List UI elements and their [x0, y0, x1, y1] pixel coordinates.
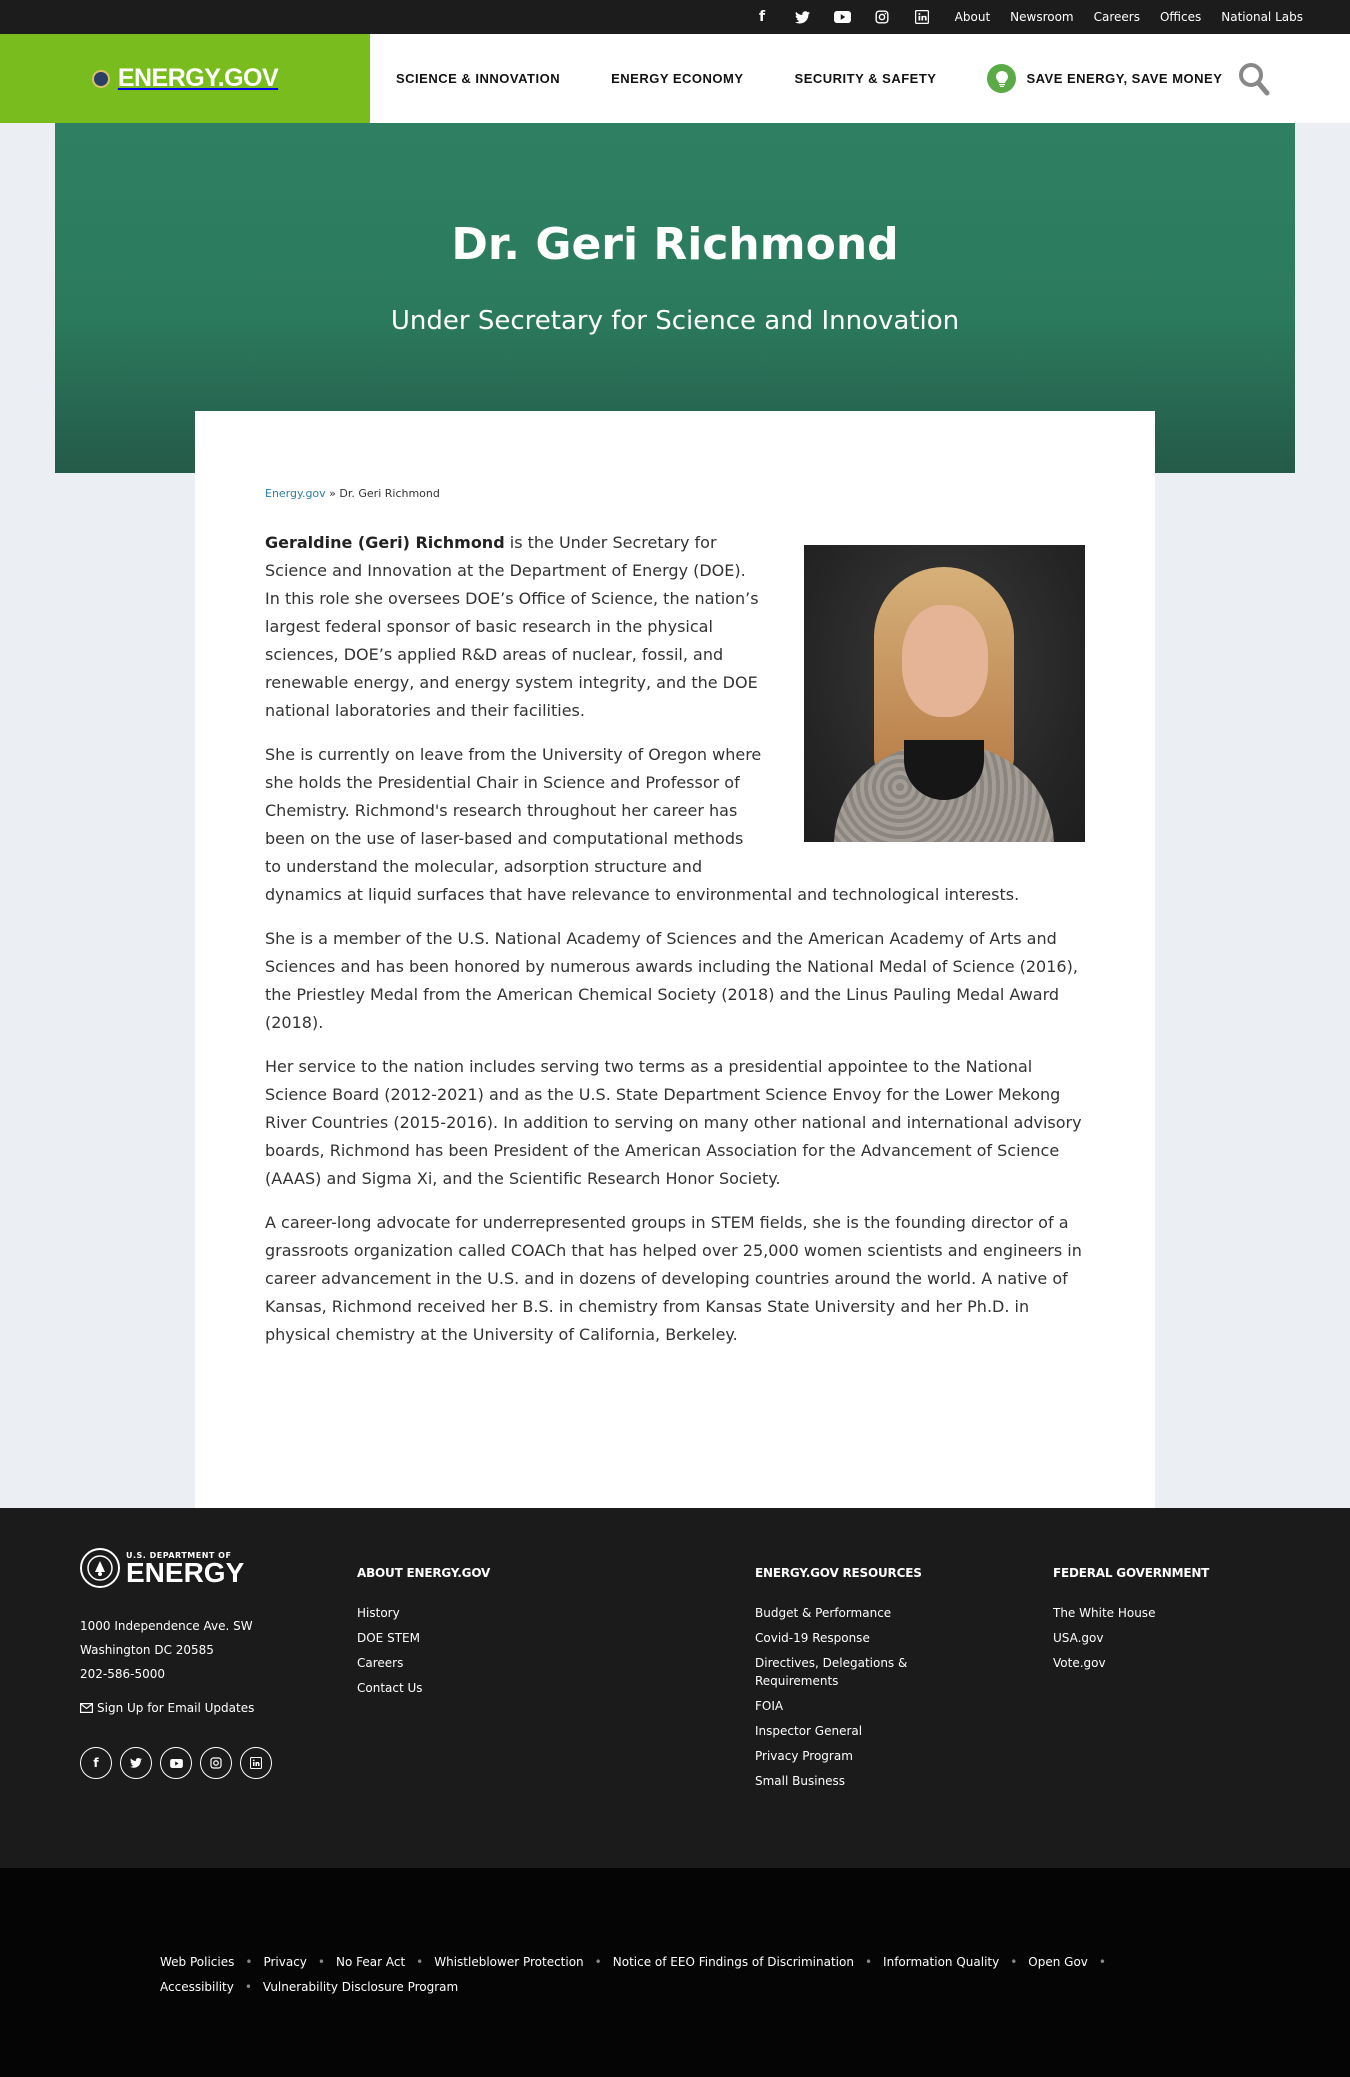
legal-link-privacy[interactable]: Privacy: [263, 1955, 306, 1969]
envelope-icon: [80, 1703, 94, 1714]
bio-paragraph-5: A career-long advocate for underrepresen…: [265, 1213, 1082, 1344]
footer-link-white-house[interactable]: The White House: [1053, 1604, 1209, 1622]
utility-bar: f About Newsroom Careers Offices Nationa…: [0, 0, 1350, 34]
footer-logo[interactable]: U.S. DEPARTMENT OF ENERGY: [80, 1548, 244, 1588]
footer-link-covid[interactable]: Covid-19 Response: [755, 1629, 935, 1647]
legal-link-eeo-findings[interactable]: Notice of EEO Findings of Discrimination: [613, 1955, 854, 1969]
content-card: Energy.gov » Dr. Geri Richmond Geraldine…: [195, 411, 1155, 1508]
footer-link-doe-stem[interactable]: DOE STEM: [357, 1629, 490, 1647]
footer-address: 1000 Independence Ave. SW Washington DC …: [80, 1614, 253, 1686]
facebook-icon[interactable]: f: [748, 7, 776, 27]
youtube-icon[interactable]: [160, 1747, 192, 1779]
doe-seal-icon: [91, 69, 110, 88]
address-line-1: 1000 Independence Ave. SW: [80, 1619, 253, 1633]
footer-link-usa-gov[interactable]: USA.gov: [1053, 1629, 1209, 1647]
footer-column-title: FEDERAL GOVERNMENT: [1053, 1566, 1210, 1580]
about-link[interactable]: About: [955, 10, 990, 24]
footer-link-inspector-general[interactable]: Inspector General: [755, 1722, 935, 1740]
page-subtitle: Under Secretary for Science and Innovati…: [390, 306, 960, 336]
legal-bar: Web Policies • Privacy • No Fear Act • Whistle…: [0, 1868, 1350, 2077]
footer-link-careers[interactable]: Careers: [357, 1654, 490, 1672]
page-title: Dr. Geri Richmond: [451, 219, 899, 270]
legal-link-web-policies[interactable]: Web Policies: [160, 1955, 234, 1969]
linkedin-icon[interactable]: [908, 7, 936, 27]
legal-link-information-quality[interactable]: Information Quality: [883, 1955, 999, 1969]
breadcrumb-current: Dr. Geri Richmond: [339, 487, 440, 500]
footer-link-contact-us[interactable]: Contact Us: [357, 1679, 490, 1697]
legal-link-vulnerability-disclosure[interactable]: Vulnerability Disclosure Program: [263, 1980, 458, 1994]
logo-text: ENERGY.GOV: [117, 64, 279, 92]
footer-column-about: ABOUT ENERGY.GOV History DOE STEM Career…: [357, 1566, 490, 1704]
footer-link-vote-gov[interactable]: Vote.gov: [1053, 1654, 1209, 1672]
utility-social-links: f: [748, 0, 948, 34]
nav-science-innovation[interactable]: SCIENCE & INNOVATION: [396, 71, 560, 86]
careers-link[interactable]: Careers: [1094, 10, 1140, 24]
linkedin-icon[interactable]: [240, 1747, 272, 1779]
legal-links: Web Policies • Privacy • No Fear Act • Whistle…: [160, 1955, 1106, 1994]
footer-link-privacy-program[interactable]: Privacy Program: [755, 1747, 935, 1765]
search-icon[interactable]: [1238, 62, 1270, 96]
main-nav: SCIENCE & INNOVATION ENERGY ECONOMY SECU…: [396, 34, 1273, 123]
bio-paragraph-1-text: is the Under Secretary for Science and I…: [265, 533, 759, 720]
utility-links: About Newsroom Careers Offices National …: [935, 0, 1303, 34]
doe-seal-icon: [80, 1548, 120, 1588]
instagram-icon[interactable]: [200, 1747, 232, 1779]
footer-column-title: ENERGY.GOV RESOURCES: [755, 1566, 922, 1580]
footer-social-links: f: [80, 1747, 280, 1779]
email-signup-link[interactable]: Sign Up for Email Updates: [80, 1701, 254, 1715]
lightbulb-icon: [987, 64, 1017, 93]
footer-link-small-business[interactable]: Small Business: [755, 1772, 935, 1790]
footer-column-title: ABOUT ENERGY.GOV: [357, 1566, 491, 1580]
youtube-icon[interactable]: [828, 7, 856, 27]
footer-link-budget[interactable]: Budget & Performance: [755, 1604, 935, 1622]
nav-energy-economy[interactable]: ENERGY ECONOMY: [611, 71, 743, 86]
bio-paragraph-4: Her service to the nation includes servi…: [265, 1057, 1082, 1188]
bio-body: Geraldine (Geri) Richmond is the Under S…: [265, 529, 1085, 1365]
facebook-icon[interactable]: f: [80, 1747, 112, 1779]
footer-link-history[interactable]: History: [357, 1604, 490, 1622]
address-line-2: Washington DC 20585: [80, 1643, 214, 1657]
site-logo[interactable]: ENERGY.GOV: [0, 34, 370, 123]
footer-link-directives[interactable]: Directives, Delegations & Requirements: [755, 1654, 935, 1690]
bio-paragraph-3: She is a member of the U.S. National Aca…: [265, 929, 1078, 1032]
footer-brand-big: ENERGY: [126, 1556, 245, 1588]
email-signup-label: Sign Up for Email Updates: [97, 1701, 255, 1715]
legal-link-open-gov[interactable]: Open Gov: [1028, 1955, 1088, 1969]
breadcrumb-home-link[interactable]: Energy.gov: [265, 487, 326, 500]
save-energy-label: SAVE ENERGY, SAVE MONEY: [1026, 71, 1223, 86]
bio-name: Geraldine (Geri) Richmond: [265, 533, 505, 552]
phone-number[interactable]: 202-586-5000: [80, 1662, 253, 1686]
nav-save-energy[interactable]: SAVE ENERGY, SAVE MONEY: [987, 64, 1222, 93]
legal-link-whistleblower[interactable]: Whistleblower Protection: [434, 1955, 583, 1969]
twitter-icon[interactable]: [788, 7, 816, 27]
portrait-photo: [804, 545, 1085, 842]
legal-link-accessibility[interactable]: Accessibility: [160, 1980, 234, 1994]
site-footer: U.S. DEPARTMENT OF ENERGY 1000 Independe…: [0, 1508, 1350, 1868]
newsroom-link[interactable]: Newsroom: [1010, 10, 1073, 24]
nav-security-safety[interactable]: SECURITY & SAFETY: [795, 71, 937, 86]
breadcrumb-separator: »: [329, 487, 336, 500]
instagram-icon[interactable]: [868, 7, 896, 27]
legal-link-no-fear-act[interactable]: No Fear Act: [336, 1955, 405, 1969]
footer-link-foia[interactable]: FOIA: [755, 1697, 935, 1715]
footer-column-federal: FEDERAL GOVERNMENT The White House USA.g…: [1053, 1566, 1209, 1679]
offices-link[interactable]: Offices: [1160, 10, 1201, 24]
national-labs-link[interactable]: National Labs: [1221, 10, 1303, 24]
twitter-icon[interactable]: [120, 1747, 152, 1779]
footer-column-resources: ENERGY.GOV RESOURCES Budget & Performanc…: [755, 1566, 935, 1797]
breadcrumb: Energy.gov » Dr. Geri Richmond: [265, 487, 440, 500]
site-header: ENERGY.GOV SCIENCE & INNOVATION ENERGY E…: [0, 34, 1350, 123]
